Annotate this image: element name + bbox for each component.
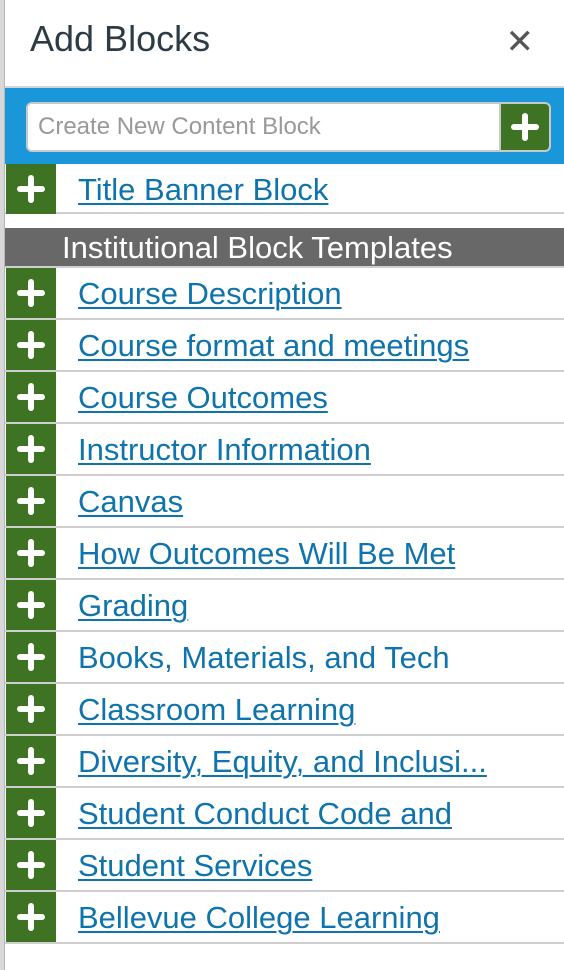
block-link[interactable]: Classroom Learning — [78, 692, 355, 728]
block-link[interactable]: How Outcomes Will Be Met — [78, 536, 455, 572]
plus-icon — [17, 591, 45, 619]
add-block-button[interactable] — [6, 372, 56, 422]
block-link[interactable]: Books, Materials, and Tech — [78, 640, 450, 676]
add-block-button[interactable] — [6, 268, 56, 318]
add-block-button[interactable] — [6, 788, 56, 838]
block-link[interactable]: Student Conduct Code and — [78, 796, 452, 832]
plus-icon — [17, 695, 45, 723]
block-link[interactable]: Course Outcomes — [78, 380, 328, 416]
add-block-button[interactable] — [6, 424, 56, 474]
block-link[interactable]: Grading — [78, 588, 188, 624]
create-block-input[interactable] — [28, 104, 499, 150]
plus-icon — [17, 435, 45, 463]
plus-icon — [17, 487, 45, 515]
plus-icon — [17, 747, 45, 775]
add-block-button[interactable] — [6, 320, 56, 370]
add-block-button[interactable] — [6, 840, 56, 890]
block-link[interactable]: Diversity, Equity, and Inclusi... — [78, 744, 487, 780]
plus-icon — [17, 175, 45, 203]
block-row: Course Description — [5, 268, 564, 320]
create-block-field — [26, 102, 551, 152]
block-row: Bellevue College Learning — [5, 892, 564, 944]
add-blocks-panel: Add Blocks ✕ Title Banner Block Institut… — [5, 0, 564, 970]
plus-icon — [17, 643, 45, 671]
add-block-button[interactable] — [6, 736, 56, 786]
block-row: Title Banner Block — [5, 164, 564, 214]
section-header: Institutional Block Templates — [5, 228, 564, 268]
block-link[interactable]: Student Services — [78, 848, 312, 884]
block-row: Student Conduct Code and — [5, 788, 564, 840]
add-block-button[interactable] — [6, 164, 56, 214]
block-row: Student Services — [5, 840, 564, 892]
block-link[interactable]: Course Description — [78, 276, 342, 312]
institutional-block-list: Course Description Course format and mee… — [5, 268, 564, 944]
block-link[interactable]: Instructor Information — [78, 432, 371, 468]
plus-icon — [17, 539, 45, 567]
add-block-button[interactable] — [6, 632, 56, 682]
add-block-button[interactable] — [6, 580, 56, 630]
close-button[interactable]: ✕ — [506, 22, 535, 62]
block-row: Grading — [5, 580, 564, 632]
block-row: Books, Materials, and Tech — [5, 632, 564, 684]
block-row: Classroom Learning — [5, 684, 564, 736]
block-row: Course Outcomes — [5, 372, 564, 424]
block-row: Diversity, Equity, and Inclusi... — [5, 736, 564, 788]
plus-icon — [17, 383, 45, 411]
block-link[interactable]: Bellevue College Learning — [78, 900, 440, 936]
plus-icon — [17, 279, 45, 307]
block-link[interactable]: Course format and meetings — [78, 328, 469, 364]
plus-icon — [17, 799, 45, 827]
panel-header: Add Blocks ✕ — [5, 0, 564, 88]
add-block-button[interactable] — [6, 476, 56, 526]
top-block-list: Title Banner Block — [5, 164, 564, 214]
panel-title: Add Blocks — [30, 18, 211, 59]
plus-icon — [17, 331, 45, 359]
plus-icon — [511, 113, 539, 141]
block-link[interactable]: Canvas — [78, 484, 183, 520]
add-block-button[interactable] — [6, 528, 56, 578]
plus-icon — [17, 851, 45, 879]
block-row: Instructor Information — [5, 424, 564, 476]
create-block-add-button[interactable] — [499, 104, 549, 150]
block-link[interactable]: Title Banner Block — [78, 172, 328, 208]
add-block-button[interactable] — [6, 684, 56, 734]
add-block-button[interactable] — [6, 892, 56, 942]
close-icon: ✕ — [505, 23, 535, 61]
plus-icon — [17, 903, 45, 931]
block-row: How Outcomes Will Be Met — [5, 528, 564, 580]
block-row: Course format and meetings — [5, 320, 564, 372]
create-block-bar — [5, 88, 564, 164]
block-row: Canvas — [5, 476, 564, 528]
